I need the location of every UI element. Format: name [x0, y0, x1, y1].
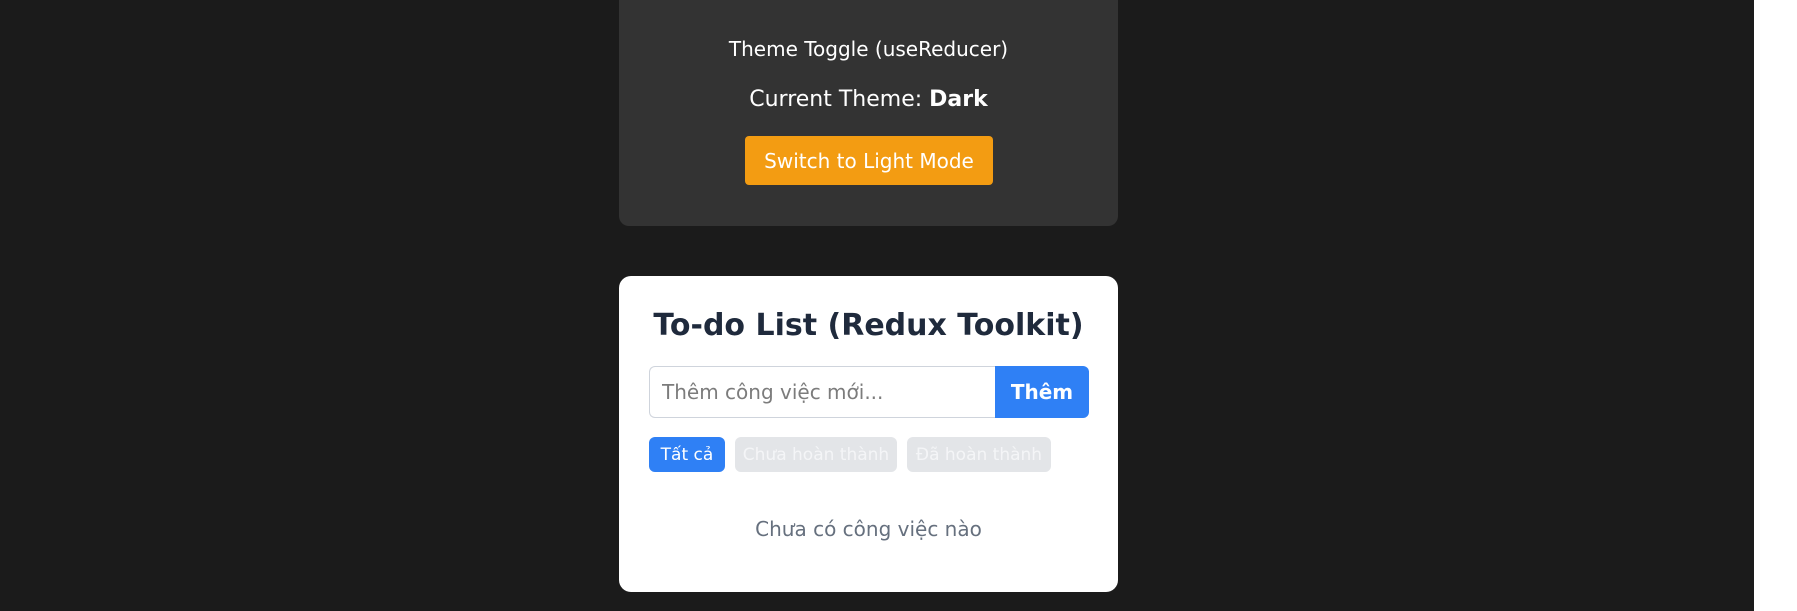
filter-all-button[interactable]: Tất cả	[649, 437, 725, 472]
theme-card-title: Theme Toggle (useReducer)	[728, 37, 1009, 61]
todo-title: To-do List (Redux Toolkit)	[653, 308, 1084, 343]
filter-completed-button[interactable]: Đã hoàn thành	[907, 437, 1051, 472]
filter-incomplete-button[interactable]: Chưa hoàn thành	[735, 437, 897, 472]
current-theme-value: Dark	[929, 87, 988, 112]
page-right-margin	[1754, 0, 1797, 611]
current-theme-text: Current Theme: Dark	[619, 86, 1118, 114]
theme-toggle-card: Theme Toggle (useReducer) Current Theme:…	[619, 0, 1118, 226]
current-theme-label: Current Theme:	[749, 87, 930, 112]
switch-theme-button[interactable]: Switch to Light Mode	[745, 136, 993, 185]
empty-list-message: Chưa có công việc nào	[755, 517, 982, 541]
todo-list-card: To-do List (Redux Toolkit) Thêm Tất cả C…	[619, 276, 1118, 592]
new-todo-input[interactable]	[649, 366, 995, 418]
page-viewport: Theme Toggle (useReducer) Current Theme:…	[0, 0, 1754, 611]
add-todo-button[interactable]: Thêm	[995, 366, 1089, 418]
add-todo-row: Thêm	[649, 366, 1089, 418]
